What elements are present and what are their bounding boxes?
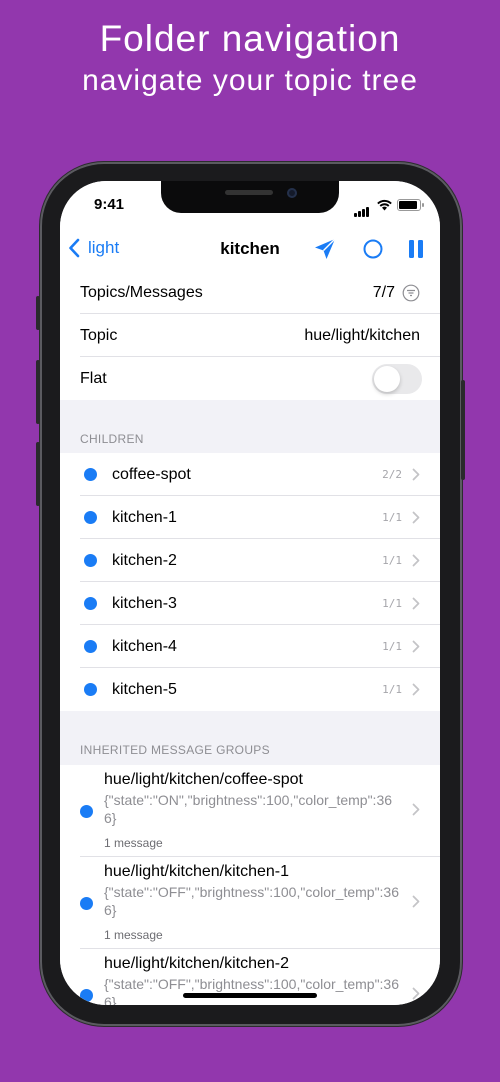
child-topic-count: 1/1 <box>382 640 402 653</box>
chevron-right-icon <box>412 803 420 816</box>
cellular-signal-icon <box>354 199 370 217</box>
child-topic-count: 1/1 <box>382 683 402 696</box>
chevron-right-icon <box>412 597 420 610</box>
topic-dot-icon <box>80 805 93 818</box>
message-count: 1 message <box>104 928 163 942</box>
navigation-bar: light kitchen <box>60 229 440 272</box>
camera-icon <box>287 188 297 198</box>
topic-dot-icon <box>80 897 93 910</box>
pause-icon[interactable] <box>408 239 424 259</box>
chevron-right-icon <box>412 987 420 1000</box>
topics-messages-value: 7/7 <box>372 283 395 301</box>
message-count: 1 message <box>104 836 163 850</box>
flat-row: Flat <box>60 357 440 400</box>
chevron-right-icon <box>412 554 420 567</box>
status-time: 9:41 <box>94 196 125 213</box>
chevron-right-icon <box>412 683 420 696</box>
flat-toggle[interactable] <box>372 363 422 394</box>
topic-label: Topic <box>80 326 118 344</box>
circle-icon[interactable] <box>362 238 384 260</box>
child-topic-name: kitchen-5 <box>112 680 177 698</box>
child-topic-name: kitchen-2 <box>112 551 177 569</box>
notch <box>161 181 339 213</box>
wifi-icon <box>377 199 392 211</box>
message-payload: {"state":"OFF","brightness":100,"color_t… <box>104 884 400 918</box>
message-payload: {"state":"ON","brightness":100,"color_te… <box>104 792 393 826</box>
topics-messages-label: Topics/Messages <box>80 283 203 301</box>
child-topic-row[interactable]: kitchen-1 1/1 <box>60 496 440 539</box>
topic-dot-icon <box>84 640 97 653</box>
send-icon[interactable] <box>313 237 337 261</box>
child-topic-row[interactable]: kitchen-5 1/1 <box>60 668 440 711</box>
chevron-right-icon <box>412 895 420 908</box>
topic-dot-icon <box>84 683 97 696</box>
message-topic: hue/light/kitchen/kitchen-1 <box>104 863 289 880</box>
message-group-row[interactable]: hue/light/kitchen/kitchen-1 {"state":"OFF… <box>60 857 440 949</box>
child-topic-name: kitchen-1 <box>112 508 177 526</box>
volume-down-button <box>36 442 40 506</box>
topic-dot-icon <box>84 511 97 524</box>
child-topic-name: coffee-spot <box>112 465 191 483</box>
caption-title: Folder navigation <box>99 18 401 59</box>
child-topic-row[interactable]: kitchen-4 1/1 <box>60 625 440 668</box>
flat-label: Flat <box>80 369 107 387</box>
chevron-right-icon <box>412 511 420 524</box>
message-payload: {"state":"OFF","brightness":100,"color_t… <box>104 976 400 1005</box>
topic-dot-icon <box>84 597 97 610</box>
child-topic-count: 1/1 <box>382 511 402 524</box>
topics-messages-row: Topics/Messages 7/7 <box>60 271 440 314</box>
topic-dot-icon <box>84 468 97 481</box>
children-header: CHILDREN <box>80 432 144 446</box>
child-topic-row[interactable]: kitchen-3 1/1 <box>60 582 440 625</box>
home-indicator[interactable] <box>183 993 317 998</box>
child-topic-name: kitchen-3 <box>112 594 177 612</box>
child-topic-row[interactable]: kitchen-2 1/1 <box>60 539 440 582</box>
power-button <box>461 380 465 480</box>
topic-dot-icon <box>80 989 93 1002</box>
chevron-right-icon <box>412 640 420 653</box>
message-group-row[interactable]: hue/light/kitchen/coffee-spot {"state":"O… <box>60 765 440 857</box>
chevron-right-icon <box>412 468 420 481</box>
child-topic-count: 1/1 <box>382 554 402 567</box>
volume-up-button <box>36 360 40 424</box>
battery-icon <box>397 199 424 211</box>
groups-header: INHERITED MESSAGE GROUPS <box>80 743 270 757</box>
mute-switch <box>36 296 40 330</box>
child-topic-count: 2/2 <box>382 468 402 481</box>
topic-dot-icon <box>84 554 97 567</box>
child-topic-count: 1/1 <box>382 597 402 610</box>
caption-subtitle: navigate your topic tree <box>82 64 418 97</box>
app-screen: 9:41 light kitchen Topics/Messages 7/7 T… <box>60 181 440 1005</box>
topic-value: hue/light/kitchen <box>304 326 420 344</box>
child-topic-row[interactable]: coffee-spot 2/2 <box>60 453 440 496</box>
filter-icon[interactable] <box>402 284 420 302</box>
message-topic: hue/light/kitchen/coffee-spot <box>104 771 303 788</box>
topic-row: Topic hue/light/kitchen <box>60 314 440 357</box>
message-topic: hue/light/kitchen/kitchen-2 <box>104 955 289 972</box>
speaker-grille <box>225 190 273 195</box>
child-topic-name: kitchen-4 <box>112 637 177 655</box>
